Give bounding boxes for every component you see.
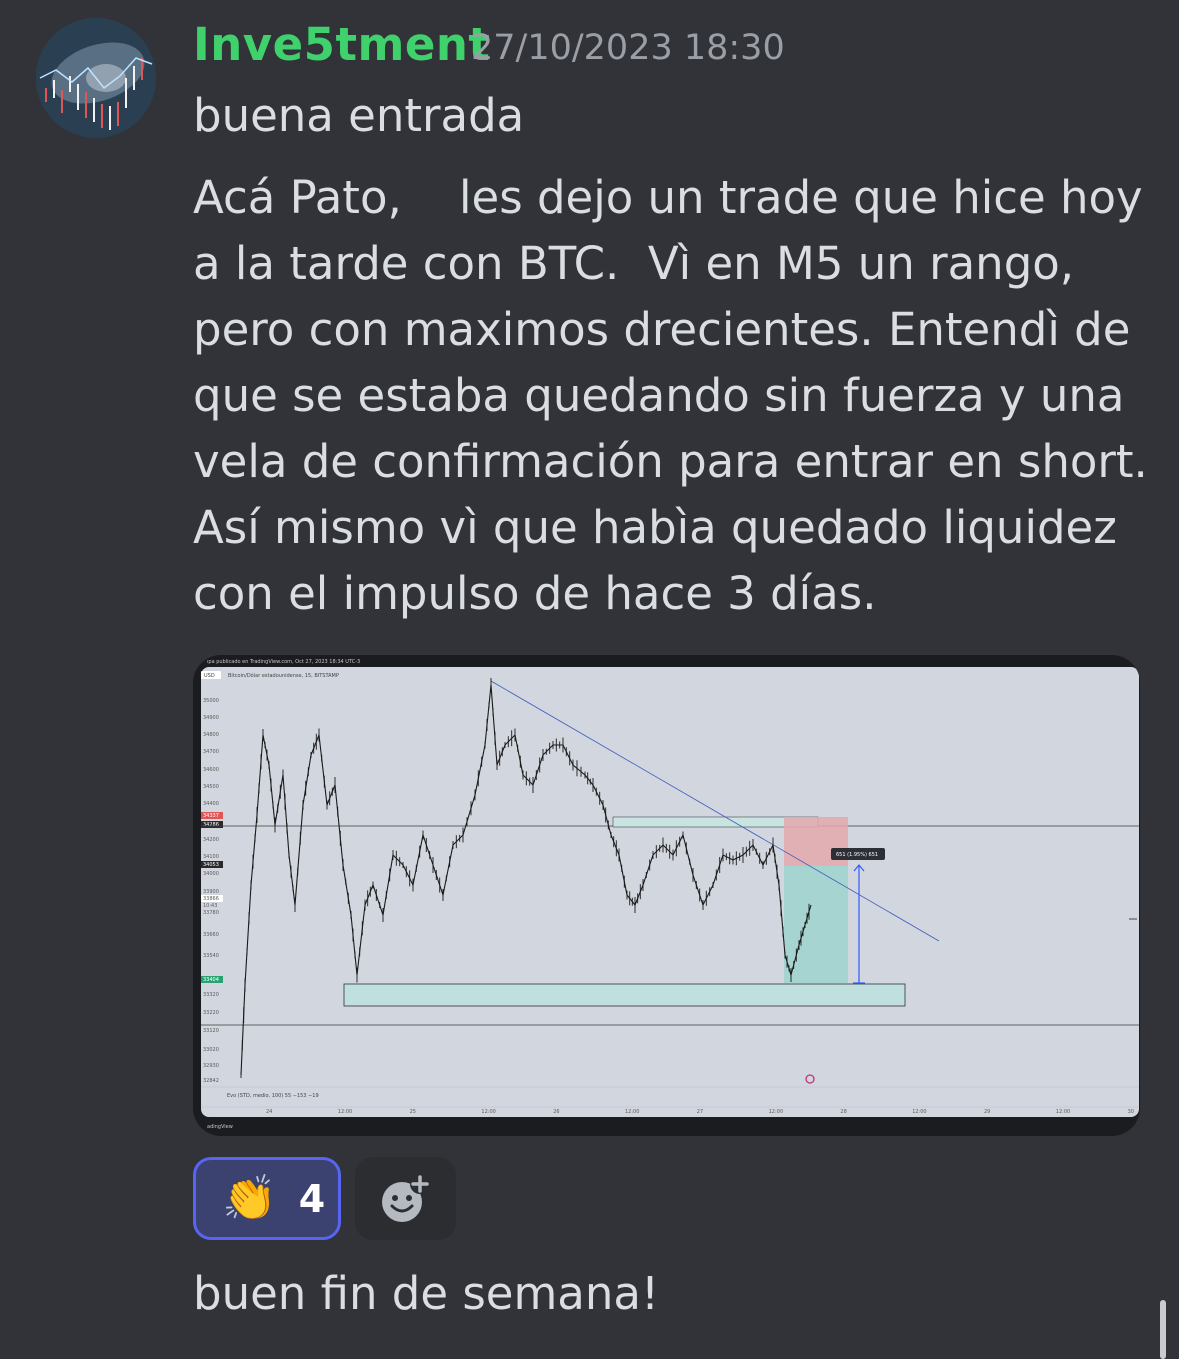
time-axis-label: 12:00 — [1056, 1109, 1070, 1115]
message-text: Acá Pato, les dejo un trade que hice hoy… — [193, 171, 1177, 620]
price-axis-label: 32842 — [203, 1078, 219, 1084]
price-axis-label: 34700 — [203, 749, 219, 755]
price-axis-label: 34286 — [203, 822, 219, 828]
reaction-clap[interactable]: 👏 4 — [193, 1157, 341, 1240]
price-axis-label: 34200 — [203, 837, 219, 843]
liquidity-zone — [343, 983, 906, 1007]
price-axis-label: 33220 — [203, 1010, 219, 1016]
chart-panel — [201, 667, 1139, 1117]
time-axis-label: 30 — [1128, 1109, 1134, 1115]
indicator-label: Evo (STD, medio, 100) 55 −153 −19 — [227, 1093, 319, 1099]
price-axis-label: 33780 — [203, 910, 219, 916]
chart-symbol: Bitcoin/Dólar estadounidense, 15, BITSTA… — [228, 672, 339, 679]
price-axis-label: 34900 — [203, 715, 219, 721]
price-axis-label: 33660 — [203, 932, 219, 938]
currency-label: USD — [204, 673, 215, 679]
avatar[interactable] — [36, 18, 156, 138]
price-axis-label: 35000 — [203, 698, 219, 704]
time-axis-label: 28 — [840, 1109, 846, 1115]
price-axis-label: 34800 — [203, 732, 219, 738]
price-axis-label: 33020 — [203, 1047, 219, 1053]
add-reaction-smiley-icon — [381, 1173, 430, 1222]
price-axis-label: 33120 — [203, 1028, 219, 1034]
price-axis-label: 10:43 — [203, 903, 217, 909]
time-axis-label: 12:00 — [481, 1109, 495, 1115]
price-axis-label: 34337 — [203, 813, 219, 819]
chart-footer: adingView — [207, 1124, 233, 1130]
message-text: buena entrada — [193, 89, 525, 142]
time-axis-label: 12:00 — [338, 1109, 352, 1115]
time-axis-label: 26 — [553, 1109, 559, 1115]
price-axis-label: 33320 — [203, 992, 219, 998]
price-axis-label: 34053 — [203, 862, 219, 868]
time-axis-label: 27 — [697, 1109, 703, 1115]
message-author[interactable]: Inve5tment — [193, 18, 490, 71]
tradingview-chart-screenshot: ıpa publicado en TradingView.com, Oct 27… — [201, 659, 1139, 1130]
chart-image-attachment[interactable]: ıpa publicado en TradingView.com, Oct 27… — [193, 655, 1140, 1136]
price-axis-label: 34600 — [203, 767, 219, 773]
message-timestamp: 27/10/2023 18:30 — [471, 28, 785, 68]
time-axis-label: 12:00 — [625, 1109, 639, 1115]
scrollbar[interactable] — [1160, 1300, 1166, 1359]
time-axis-label: 12:00 — [912, 1109, 926, 1115]
add-reaction-button[interactable] — [355, 1157, 456, 1240]
price-axis-label: 33540 — [203, 953, 219, 959]
price-axis-label: 32930 — [203, 1063, 219, 1069]
clapping-hands-icon: 👏 — [222, 1172, 277, 1224]
reaction-count: 4 — [298, 1176, 326, 1221]
price-axis-label: 33866 — [203, 896, 219, 902]
price-axis-label: 34400 — [203, 801, 219, 807]
position-label: 651 (1.95%) 651 — [836, 852, 878, 858]
time-axis-label: 25 — [410, 1109, 416, 1115]
price-axis-label: 34000 — [203, 871, 219, 877]
time-axis-label: 24 — [266, 1109, 272, 1115]
price-axis-label: 33404 — [203, 977, 219, 983]
price-axis-label: 34500 — [203, 784, 219, 790]
avatar-image — [36, 18, 156, 138]
price-axis-label: 34100 — [203, 854, 219, 860]
price-axis-label: 33900 — [203, 889, 219, 895]
time-axis-label: 12:00 — [769, 1109, 783, 1115]
message-text: buen fin de semana! — [193, 1267, 659, 1320]
chart-header: ıpa publicado en TradingView.com, Oct 27… — [207, 659, 360, 665]
time-axis-label: 29 — [984, 1109, 990, 1115]
